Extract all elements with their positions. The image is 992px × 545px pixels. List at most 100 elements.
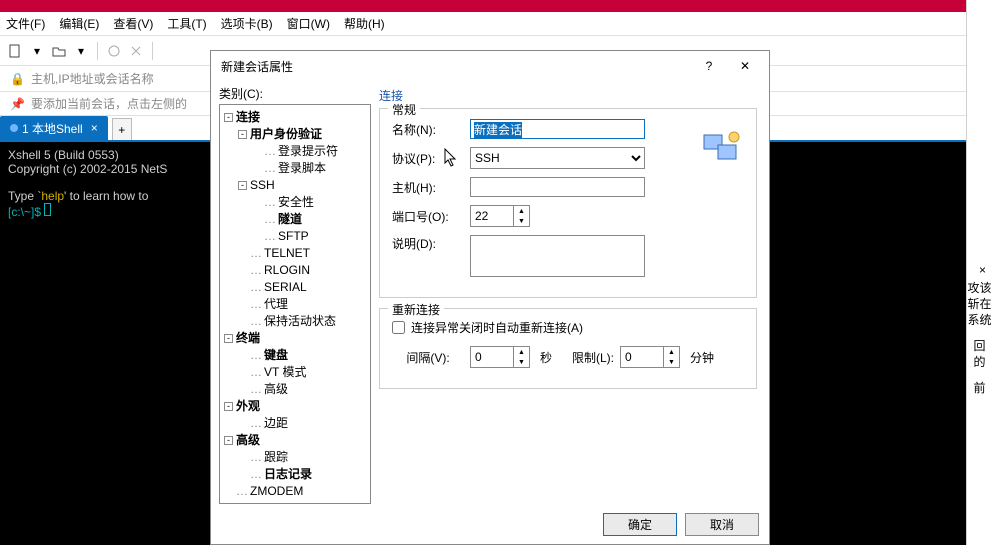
desc-input[interactable] <box>470 235 645 277</box>
tree-keyboard[interactable]: 键盘 <box>264 348 288 362</box>
host-input[interactable] <box>470 177 645 197</box>
protocol-label: 协议(P): <box>392 150 464 167</box>
menu-view[interactable]: 查看(V) <box>113 15 153 32</box>
tree-toggle-icon[interactable]: - <box>224 402 233 411</box>
menu-file[interactable]: 文件(F) <box>6 15 45 32</box>
tree-zmodem[interactable]: ZMODEM <box>250 484 303 498</box>
tree-toggle-icon[interactable]: - <box>224 334 233 343</box>
tree-advanced[interactable]: 高级 <box>236 433 260 447</box>
spin-up-icon[interactable]: ▲ <box>664 347 679 357</box>
tree-terminal[interactable]: 终端 <box>236 331 260 345</box>
dialog-title: 新建会话属性 <box>217 58 691 75</box>
menu-window[interactable]: 窗口(W) <box>287 15 330 32</box>
tab-close-icon[interactable]: × <box>91 121 98 135</box>
tree-rlogin[interactable]: RLOGIN <box>264 263 310 277</box>
menu-tabs[interactable]: 选项卡(B) <box>221 15 273 32</box>
tab-local-shell[interactable]: 1 本地Shell × <box>0 116 108 140</box>
menu-tools[interactable]: 工具(T) <box>167 15 206 32</box>
host-label: 主机(H): <box>392 179 464 196</box>
disconnect-icon[interactable] <box>127 42 145 60</box>
tree-keepalive[interactable]: 保持活动状态 <box>264 314 336 328</box>
tree-toggle-icon[interactable]: - <box>238 130 247 139</box>
open-folder-icon[interactable] <box>50 42 68 60</box>
ok-button[interactable]: 确定 <box>603 513 677 536</box>
new-file-dropdown-icon[interactable]: ▾ <box>28 42 46 60</box>
menu-edit[interactable]: 编辑(E) <box>59 15 99 32</box>
interval-spinner[interactable]: ▲▼ <box>470 346 530 368</box>
right-overlay-panel: × 攻该 斩在 系统 回 的 前 <box>966 260 992 480</box>
pin-icon: 📌 <box>10 97 25 111</box>
close-icon[interactable]: ✕ <box>727 54 763 78</box>
name-input[interactable]: 新建会话 <box>470 119 645 139</box>
overlay-close-icon[interactable]: × <box>967 260 992 280</box>
hint-text: 要添加当前会话，点击左侧的 <box>31 95 187 112</box>
limit-label: 限制(L): <box>562 349 614 366</box>
interval-input[interactable] <box>471 347 513 367</box>
new-file-icon[interactable] <box>6 42 24 60</box>
tree-toggle-icon[interactable]: - <box>224 113 233 122</box>
tree-connection[interactable]: 连接 <box>236 110 260 124</box>
tree-login-prompt[interactable]: 登录提示符 <box>278 144 338 158</box>
tree-appearance[interactable]: 外观 <box>236 399 260 413</box>
main-titlebar <box>0 0 992 12</box>
new-session-dialog: 新建会话属性 ? ✕ 类别(C): -连接 -用户身份验证 …登录提示符 …登录… <box>210 50 770 545</box>
tree-sftp[interactable]: SFTP <box>278 229 309 243</box>
category-tree[interactable]: -连接 -用户身份验证 …登录提示符 …登录脚本 -SSH …安全性 <box>219 104 371 504</box>
tree-auth[interactable]: 用户身份验证 <box>250 127 322 141</box>
open-folder-dropdown-icon[interactable]: ▾ <box>72 42 90 60</box>
overlay-text: 系统 <box>967 312 992 328</box>
tree-proxy[interactable]: 代理 <box>264 297 288 311</box>
cancel-button[interactable]: 取消 <box>685 513 759 536</box>
spin-up-icon[interactable]: ▲ <box>514 347 529 357</box>
menu-help[interactable]: 帮助(H) <box>344 15 385 32</box>
reconnect-icon[interactable] <box>105 42 123 60</box>
spin-up-icon[interactable]: ▲ <box>514 206 529 216</box>
interval-label: 间隔(V): <box>392 349 464 366</box>
overlay-text: 前 <box>967 380 992 396</box>
interval-unit: 秒 <box>540 349 552 366</box>
tree-tunnel[interactable]: 隧道 <box>278 212 302 226</box>
overlay-text: 攻该 <box>967 280 992 296</box>
help-button[interactable]: ? <box>691 54 727 78</box>
spin-down-icon[interactable]: ▼ <box>514 216 529 226</box>
limit-input[interactable] <box>621 347 663 367</box>
tree-margin[interactable]: 边距 <box>264 416 288 430</box>
tree-toggle-icon[interactable]: - <box>238 181 247 190</box>
spin-down-icon[interactable]: ▼ <box>664 357 679 367</box>
section-connection: 连接 <box>379 87 757 104</box>
group-general-legend: 常规 <box>388 101 420 118</box>
tree-security[interactable]: 安全性 <box>278 195 314 209</box>
limit-unit: 分钟 <box>690 349 714 366</box>
lock-icon: 🔒 <box>10 72 25 86</box>
port-input[interactable] <box>471 206 513 226</box>
auto-reconnect-label: 连接异常关闭时自动重新连接(A) <box>411 319 583 336</box>
port-spinner[interactable]: ▲▼ <box>470 205 530 227</box>
tab-status-icon <box>10 124 18 132</box>
tree-trace[interactable]: 跟踪 <box>264 450 288 464</box>
protocol-select[interactable]: SSH <box>470 147 645 169</box>
tree-serial[interactable]: SERIAL <box>264 280 307 294</box>
overlay-text: 的 <box>967 354 992 370</box>
menubar: 文件(F) 编辑(E) 查看(V) 工具(T) 选项卡(B) 窗口(W) 帮助(… <box>0 12 992 36</box>
tree-vtmode[interactable]: VT 模式 <box>264 365 306 379</box>
limit-spinner[interactable]: ▲▼ <box>620 346 680 368</box>
overlay-text: 斩在 <box>967 296 992 312</box>
name-label: 名称(N): <box>392 121 464 138</box>
desc-label: 说明(D): <box>392 235 464 252</box>
tab-add-button[interactable]: + <box>112 118 132 140</box>
tree-label: 类别(C): <box>219 85 371 102</box>
tree-log[interactable]: 日志记录 <box>264 467 312 481</box>
tree-telnet[interactable]: TELNET <box>264 246 310 260</box>
auto-reconnect-checkbox[interactable] <box>392 321 405 334</box>
group-reconnect: 重新连接 连接异常关闭时自动重新连接(A) 间隔(V): ▲▼ 秒 限制(L): <box>379 308 757 389</box>
tree-login-script[interactable]: 登录脚本 <box>278 161 326 175</box>
tree-toggle-icon[interactable]: - <box>224 436 233 445</box>
group-general: 常规 名称(N): 新建会话 协议(P): SSH 主机 <box>379 108 757 298</box>
computers-icon <box>702 129 742 169</box>
group-reconnect-legend: 重新连接 <box>388 301 444 318</box>
tab-label: 1 本地Shell <box>22 120 83 137</box>
spin-down-icon[interactable]: ▼ <box>514 357 529 367</box>
address-placeholder[interactable]: 主机,IP地址或会话名称 <box>31 70 154 87</box>
tree-advanced-term[interactable]: 高级 <box>264 382 288 396</box>
tree-ssh[interactable]: SSH <box>250 178 275 192</box>
